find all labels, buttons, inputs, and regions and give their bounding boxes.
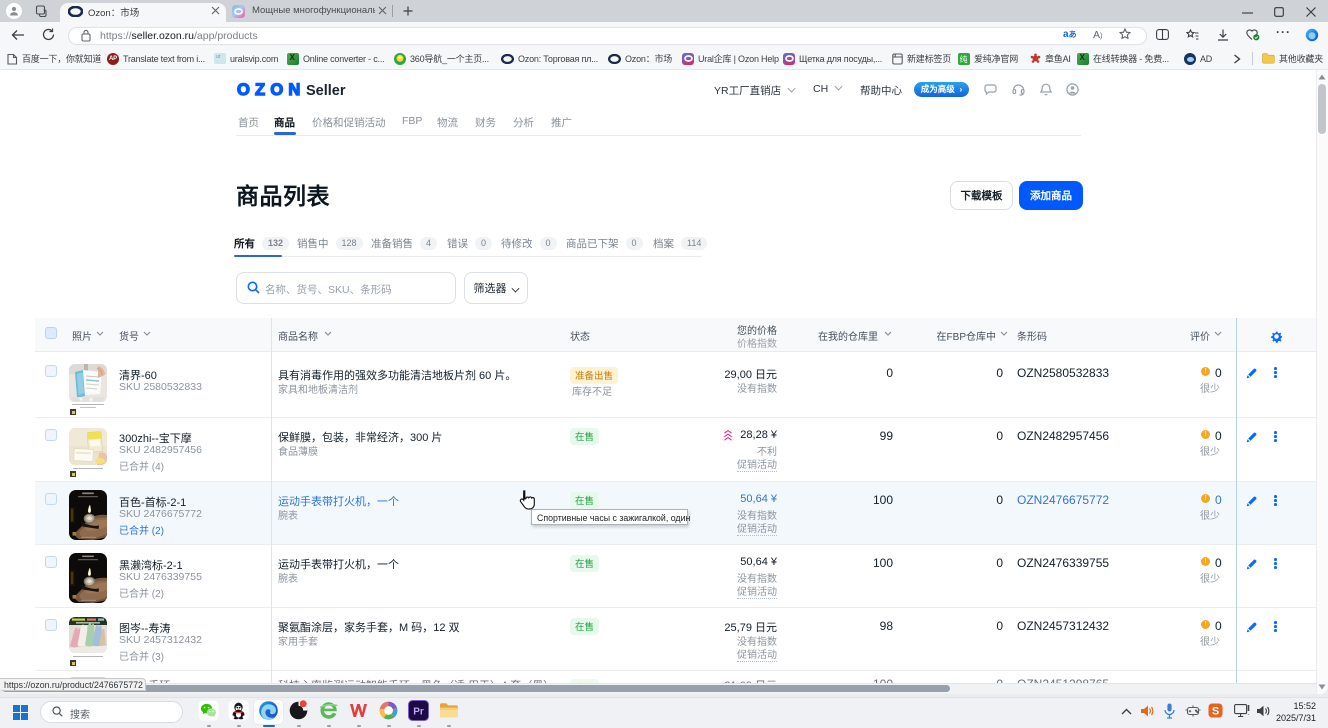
svg-text:S: S: [1212, 706, 1219, 718]
svg-text:Pr: Pr: [413, 707, 424, 718]
svg-text:OZON: OZON: [237, 81, 305, 98]
svg-text:Seller: Seller: [306, 83, 346, 98]
